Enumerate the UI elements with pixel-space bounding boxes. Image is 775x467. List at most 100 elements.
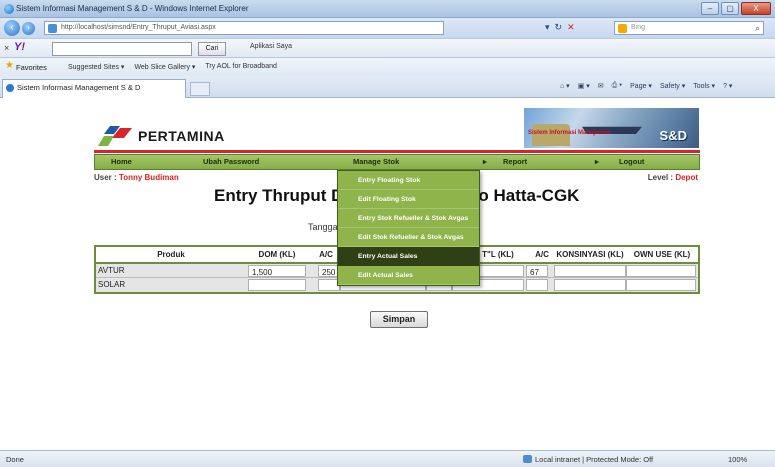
col-ac2: A/C: [535, 250, 549, 259]
main-nav: Home Ubah Password Manage Stok ▸ Report …: [94, 154, 700, 170]
manage-stok-dropdown: Entry Floating Stok Edit Floating Stok E…: [337, 170, 480, 286]
level-value: Depot: [675, 173, 698, 182]
help-icon[interactable]: ? ▾: [723, 82, 732, 90]
security-zone[interactable]: Local intranet | Protected Mode: Off: [535, 455, 653, 464]
nav-logout[interactable]: Logout: [619, 157, 644, 166]
close-button[interactable]: X: [741, 2, 771, 15]
tab-bar: Sistem Informasi Management S & D ⌂ ▾ ▣ …: [0, 76, 775, 98]
window-titlebar: Sistem Informasi Management S & D - Wind…: [0, 0, 775, 18]
pertamina-logo-icon: [98, 126, 132, 146]
dom-input[interactable]: 1,500: [248, 265, 306, 277]
url-input[interactable]: http://localhost/simsnd/Entry_Thruput_Av…: [44, 21, 444, 35]
menu-item-edit-floating-stok[interactable]: Edit Floating Stok: [338, 190, 479, 209]
maximize-button[interactable]: ▢: [721, 2, 739, 15]
tools-menu[interactable]: Tools ▾: [693, 82, 715, 90]
search-placeholder: Bing: [631, 24, 646, 31]
favorites-star-icon[interactable]: ★: [5, 60, 14, 71]
command-bar: ⌂ ▾ ▣ ▾ ✉ ⎙ ▾ Page ▾ Safety ▾ Tools ▾ ? …: [560, 82, 732, 90]
minimize-button[interactable]: –: [701, 2, 719, 15]
tab-ie-icon: [6, 84, 14, 92]
nav-report[interactable]: Report: [503, 157, 527, 166]
status-bar: Done Local intranet | Protected Mode: Of…: [0, 450, 775, 467]
print-icon[interactable]: ⎙ ▾: [612, 82, 623, 90]
header-divider: [94, 150, 700, 153]
window-controls: – ▢ X: [701, 2, 771, 15]
address-bar: ‹ › http://localhost/simsnd/Entry_Thrupu…: [0, 18, 775, 38]
user-name: Tonny Budiman: [118, 173, 179, 182]
menu-item-edit-stok-refueller[interactable]: Edit Stok Refueller & Stok Avgas: [338, 228, 479, 247]
search-input[interactable]: Bing ⌕: [614, 21, 764, 35]
konsinyasi-input[interactable]: [554, 265, 626, 277]
banner-sd: S&D: [659, 128, 687, 143]
nav-arrow-icon: ▸: [483, 157, 487, 166]
nav-manage-stok[interactable]: Manage Stok: [353, 157, 399, 166]
favorites-button[interactable]: Favorites: [16, 63, 47, 72]
dom-input[interactable]: [248, 279, 306, 291]
konsinyasi-input[interactable]: [554, 279, 626, 291]
page-content: PERTAMINA Sistem Informasi Manajemen S&D…: [0, 98, 775, 450]
tab-title: Sistem Informasi Management S & D: [17, 83, 141, 92]
user-label-text: User :: [94, 173, 119, 182]
nav-manage-stok-label: Manage Stok: [353, 157, 400, 166]
tab-active[interactable]: Sistem Informasi Management S & D: [2, 79, 186, 98]
safety-menu[interactable]: Safety ▾: [660, 82, 685, 90]
suggested-sites-link[interactable]: Suggested Sites ▾: [68, 63, 124, 71]
feeds-icon[interactable]: ▣ ▾: [578, 82, 590, 90]
nav-ubah-password[interactable]: Ubah Password: [203, 157, 259, 166]
refresh-icon[interactable]: ↻: [555, 22, 563, 33]
yahoo-logo[interactable]: Y!: [14, 41, 25, 53]
status-text: Done: [6, 455, 24, 464]
col-own-use: OWN USE (KL): [633, 250, 691, 259]
ie-logo-icon: [4, 4, 14, 14]
banner-title: Sistem Informasi Manajemen: [528, 130, 611, 136]
bing-icon: [618, 24, 627, 33]
own-use-input[interactable]: [626, 265, 696, 277]
nav-report-arrow-icon: ▸: [595, 157, 599, 166]
new-tab-button[interactable]: [190, 82, 210, 96]
nav-home[interactable]: Home: [111, 157, 132, 166]
produk-cell: AVTUR: [98, 266, 125, 275]
menu-item-edit-actual-sales[interactable]: Edit Actual Sales: [338, 266, 479, 285]
page-title-right: o Hatta-CGK: [478, 186, 580, 205]
produk-cell: SOLAR: [98, 280, 126, 289]
ac2-input[interactable]: 67: [526, 265, 548, 277]
back-button[interactable]: ‹: [4, 20, 20, 36]
compat-view-icon[interactable]: ▾: [545, 22, 550, 33]
zoom-level[interactable]: 100%: [728, 455, 747, 464]
yahoo-search-button[interactable]: Cari: [198, 42, 226, 56]
menu-item-entry-floating-stok[interactable]: Entry Floating Stok: [338, 171, 479, 190]
search-icon[interactable]: ⌕: [755, 22, 760, 34]
ac2-input[interactable]: [526, 279, 548, 291]
own-use-input[interactable]: [626, 279, 696, 291]
menu-item-entry-actual-sales[interactable]: Entry Actual Sales: [338, 247, 479, 266]
favorites-bar: ★ Favorites Suggested Sites ▾ Web Slice …: [0, 58, 775, 76]
page-icon: [48, 24, 57, 33]
home-icon[interactable]: ⌂ ▾: [560, 82, 570, 90]
level-label-text: Level :: [647, 173, 676, 182]
url-text: http://localhost/simsnd/Entry_Thruput_Av…: [61, 24, 216, 31]
stop-icon[interactable]: ✕: [567, 22, 575, 33]
aplikasi-saya-button[interactable]: Aplikasi Saya: [250, 43, 292, 50]
yahoo-toolbar: × Y! Cari Aplikasi Saya: [0, 38, 775, 58]
level-info: Level : Depot: [648, 173, 698, 182]
favorites-links: Suggested Sites ▾ Web Slice Gallery ▾ Tr…: [68, 63, 277, 71]
col-produk: Produk: [157, 250, 185, 259]
col-dom: DOM (KL): [258, 250, 296, 259]
web-slice-gallery-link[interactable]: Web Slice Gallery ▾: [134, 63, 195, 71]
try-aol-link[interactable]: Try AOL for Broadband: [205, 63, 276, 71]
col-konsinyasi: KONSINYASI (KL): [556, 250, 624, 259]
user-info: User : Tonny Budiman: [94, 173, 179, 182]
mail-icon[interactable]: ✉: [598, 82, 604, 90]
yahoo-search-input[interactable]: [52, 42, 192, 56]
header-banner: Sistem Informasi Manajemen S&D: [524, 108, 699, 148]
window-title: Sistem Informasi Management S & D - Wind…: [16, 4, 249, 13]
page-title-left: Entry Thruput D: [214, 186, 344, 205]
address-tools: ▾ ↻ ✕: [545, 22, 575, 33]
date-label: Tanggal: [308, 222, 340, 232]
page-menu[interactable]: Page ▾: [630, 82, 652, 90]
save-button[interactable]: Simpan: [370, 311, 428, 328]
forward-button[interactable]: ›: [22, 22, 35, 35]
close-toolbar-icon[interactable]: ×: [4, 43, 9, 53]
logo-text: PERTAMINA: [138, 128, 225, 144]
menu-item-entry-stok-refueller[interactable]: Entry Stok Refueller & Stok Avgas: [338, 209, 479, 228]
